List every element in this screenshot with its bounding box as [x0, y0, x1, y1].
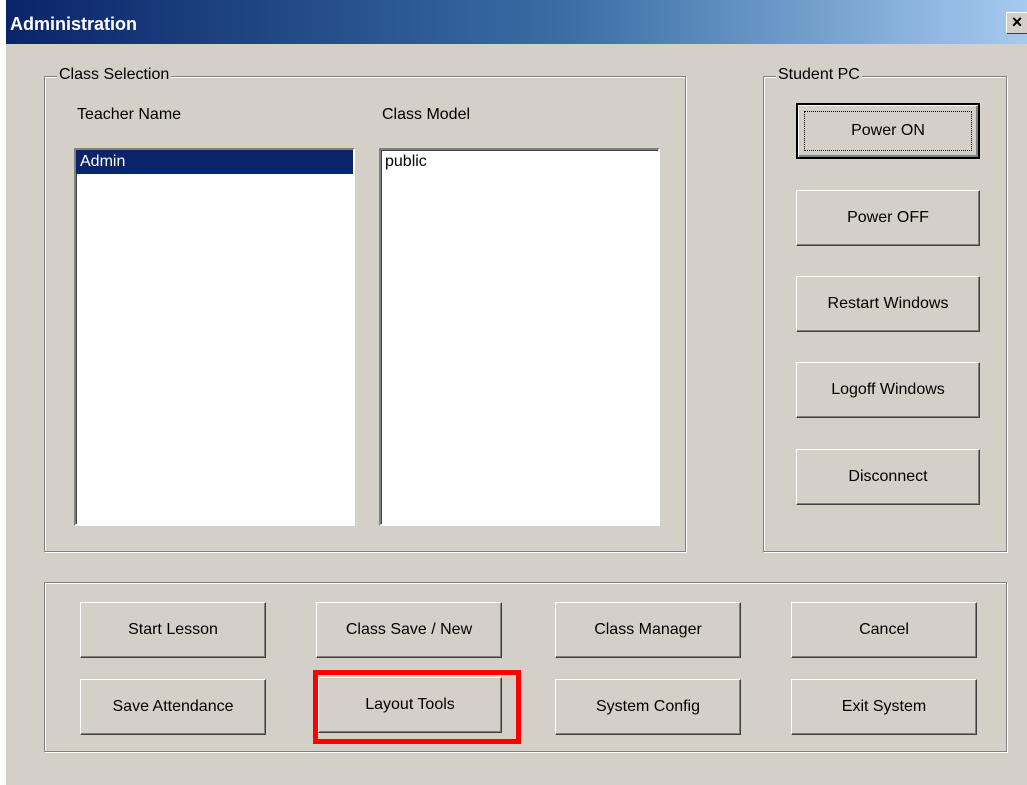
- class-manager-label: Class Manager: [594, 621, 702, 638]
- save-attendance-label: Save Attendance: [112, 698, 234, 715]
- class-model-list-item[interactable]: public: [381, 150, 658, 174]
- teacher-list[interactable]: Admin: [74, 148, 355, 526]
- teacher-list-item[interactable]: Admin: [76, 150, 353, 174]
- power-off-button[interactable]: Power OFF: [796, 190, 980, 246]
- administration-dialog: Administration × Class Selection Teacher…: [6, 0, 1027, 785]
- cancel-button[interactable]: Cancel: [791, 602, 977, 658]
- power-off-label: Power OFF: [847, 209, 929, 226]
- disconnect-button[interactable]: Disconnect: [796, 449, 980, 505]
- title-bar: Administration ×: [6, 0, 1027, 44]
- start-lesson-button[interactable]: Start Lesson: [80, 602, 266, 658]
- system-config-label: System Config: [595, 698, 701, 715]
- power-on-button[interactable]: Power ON: [796, 103, 980, 159]
- layout-tools-button[interactable]: Layout Tools: [318, 677, 502, 733]
- logoff-windows-label: Logoff Windows: [831, 381, 945, 398]
- logoff-windows-button[interactable]: Logoff Windows: [796, 362, 980, 418]
- class-model-list[interactable]: public: [379, 148, 660, 526]
- class-save-new-button[interactable]: Class Save / New: [316, 602, 502, 658]
- focus-ring: [804, 111, 972, 151]
- class-save-new-label: Class Save / New: [345, 621, 473, 638]
- cancel-label: Cancel: [859, 621, 909, 638]
- close-icon: ×: [1011, 12, 1023, 32]
- save-attendance-button[interactable]: Save Attendance: [80, 679, 266, 735]
- disconnect-label: Disconnect: [848, 468, 928, 485]
- restart-windows-label: Restart Windows: [827, 295, 949, 312]
- class-model-label: Class Model: [382, 106, 471, 123]
- exit-system-button[interactable]: Exit System: [791, 679, 977, 735]
- system-config-button[interactable]: System Config: [555, 679, 741, 735]
- layout-tools-label: Layout Tools: [365, 696, 455, 713]
- teacher-name-label: Teacher Name: [77, 106, 182, 123]
- student-pc-legend: Student PC: [776, 66, 862, 84]
- start-lesson-label: Start Lesson: [128, 621, 218, 638]
- exit-system-label: Exit System: [841, 698, 927, 715]
- close-button[interactable]: ×: [1006, 12, 1027, 34]
- window-title: Administration: [10, 14, 138, 34]
- restart-windows-button[interactable]: Restart Windows: [796, 276, 980, 332]
- class-selection-legend: Class Selection: [57, 66, 172, 84]
- class-manager-button[interactable]: Class Manager: [555, 602, 741, 658]
